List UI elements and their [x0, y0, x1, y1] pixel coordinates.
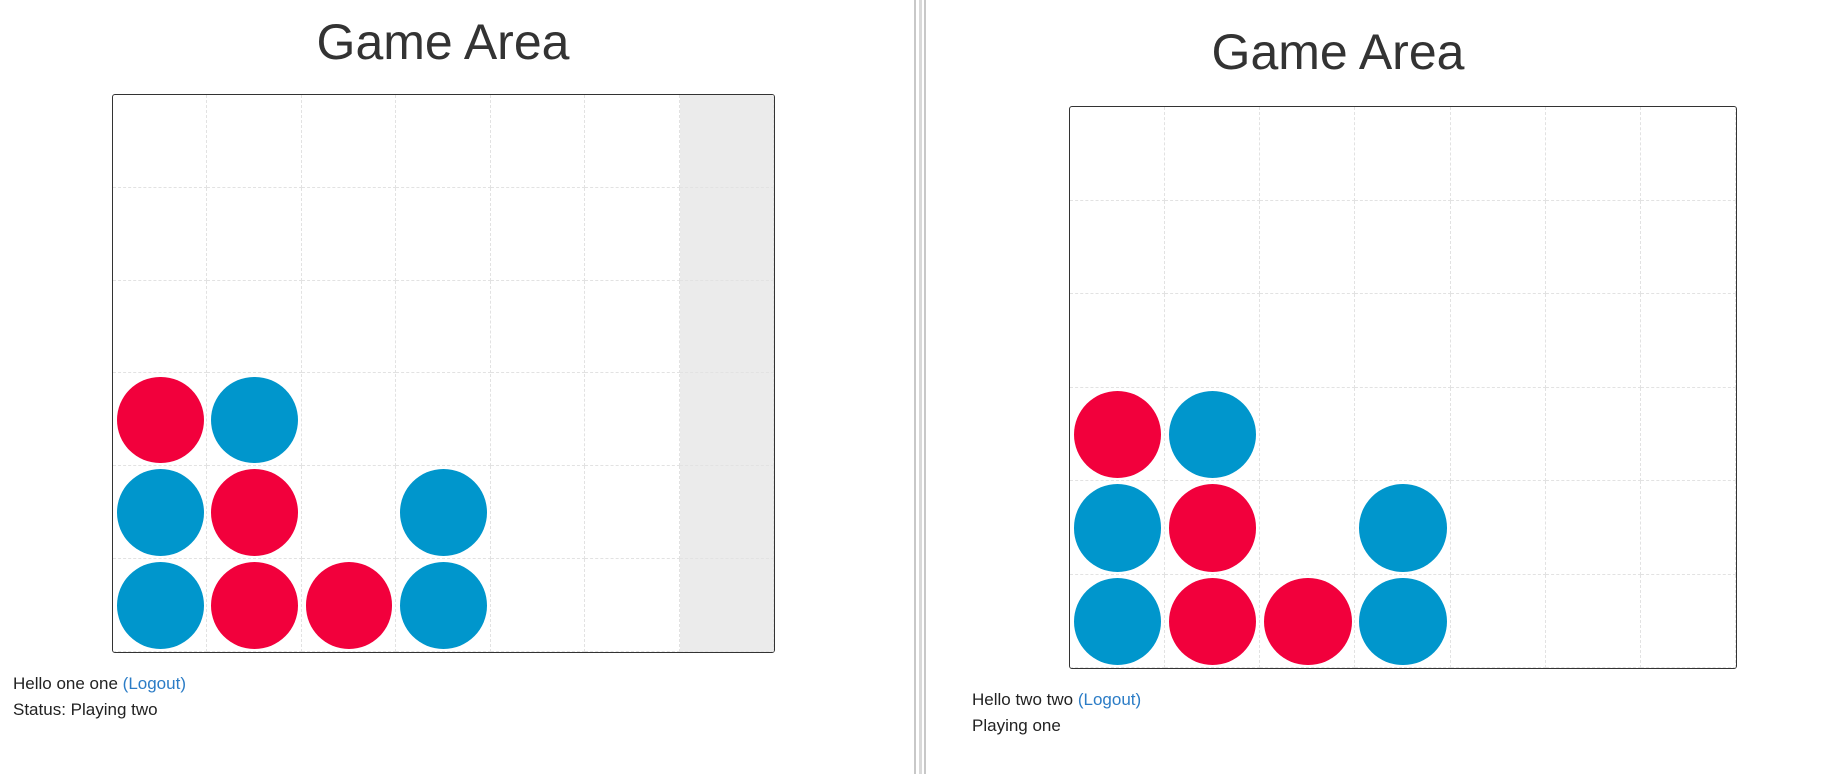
board-cell[interactable]: [490, 95, 586, 188]
board-cell[interactable]: [1355, 200, 1451, 294]
board-cell[interactable]: [490, 466, 586, 560]
board-cell[interactable]: [396, 373, 491, 467]
user-info: Hello one one (Logout) Status: Playing t…: [13, 671, 186, 723]
board-cell[interactable]: [1545, 481, 1641, 575]
board-cell[interactable]: [1640, 387, 1736, 481]
board-cell[interactable]: [490, 280, 586, 374]
board-cell[interactable]: [1545, 200, 1641, 294]
board-cell[interactable]: [113, 95, 208, 188]
board-cell[interactable]: [1070, 107, 1166, 201]
board-cell[interactable]: [396, 280, 491, 374]
board-cell[interactable]: [1545, 107, 1641, 201]
board-cell[interactable]: [113, 187, 208, 281]
board-cell[interactable]: [1165, 107, 1261, 201]
board-cell[interactable]: [301, 187, 397, 281]
board-cell[interactable]: [1545, 387, 1641, 481]
board-cell[interactable]: [585, 187, 680, 281]
board-cell[interactable]: [490, 187, 586, 281]
board-cell[interactable]: [679, 95, 774, 188]
board-cell[interactable]: [1260, 200, 1356, 294]
board-cell[interactable]: [679, 187, 774, 281]
user-info: Hello two two (Logout) Playing one: [972, 687, 1141, 739]
red-disc: [211, 562, 299, 649]
board-cell[interactable]: [1545, 294, 1641, 388]
board-cell[interactable]: [207, 280, 302, 374]
board-cell[interactable]: [1260, 481, 1356, 575]
page-title: Game Area: [316, 14, 570, 70]
blue-disc: [116, 469, 204, 557]
status-text: Playing one: [972, 716, 1061, 735]
blue-disc: [211, 376, 299, 464]
board-cell[interactable]: [113, 280, 208, 374]
greeting-text: Hello two two: [972, 690, 1074, 709]
board-cell[interactable]: [679, 466, 774, 560]
board-cell[interactable]: [396, 95, 491, 188]
board-cell[interactable]: [396, 187, 491, 281]
board-cell[interactable]: [1640, 294, 1736, 388]
blue-disc: [1359, 577, 1447, 665]
board-cell[interactable]: [301, 373, 397, 467]
board-cell[interactable]: [490, 373, 586, 467]
board-cell[interactable]: [679, 373, 774, 467]
board-cell[interactable]: [1450, 294, 1546, 388]
window-splitter[interactable]: [912, 0, 935, 774]
board-cell[interactable]: [1450, 107, 1546, 201]
board-cell[interactable]: [585, 373, 680, 467]
board-cell[interactable]: [1450, 200, 1546, 294]
board-cell[interactable]: [1640, 574, 1736, 668]
greeting-text: Hello one one: [13, 674, 118, 693]
board-cell[interactable]: [585, 95, 680, 188]
red-disc: [1264, 577, 1352, 665]
red-disc: [1168, 577, 1257, 665]
board-cell[interactable]: [207, 187, 302, 281]
board-cell[interactable]: [1165, 200, 1261, 294]
red-disc: [305, 562, 393, 649]
blue-disc: [400, 469, 487, 557]
game-board[interactable]: [112, 94, 775, 653]
red-disc: [1168, 484, 1257, 572]
board-cell[interactable]: [301, 280, 397, 374]
board-cell[interactable]: [207, 95, 302, 188]
board-cell[interactable]: [585, 280, 680, 374]
board-cell[interactable]: [1355, 294, 1451, 388]
board-cell[interactable]: [1260, 387, 1356, 481]
board-cell[interactable]: [679, 280, 774, 374]
board-cell[interactable]: [1640, 200, 1736, 294]
game-board[interactable]: [1069, 106, 1737, 669]
red-disc: [1073, 390, 1162, 478]
left-browser-window: Game Area Hello one one (Logout) Status:…: [0, 0, 912, 774]
board-cell[interactable]: [1450, 481, 1546, 575]
blue-disc: [116, 562, 204, 649]
board-cell[interactable]: [1640, 107, 1736, 201]
red-disc: [116, 376, 204, 464]
board-cell[interactable]: [490, 559, 586, 652]
page-title: Game Area: [1211, 24, 1465, 80]
blue-disc: [1073, 577, 1162, 665]
logout-link[interactable]: (Logout): [123, 674, 186, 693]
status-text: Status: Playing two: [13, 700, 158, 719]
blue-disc: [1359, 484, 1447, 572]
board-cell[interactable]: [1355, 387, 1451, 481]
logout-link[interactable]: (Logout): [1078, 690, 1141, 709]
blue-disc: [1168, 390, 1257, 478]
right-browser-window: Game Area Hello two two (Logout) Playing…: [935, 0, 1823, 774]
blue-disc: [400, 562, 487, 649]
red-disc: [211, 469, 299, 557]
board-cell[interactable]: [1070, 200, 1166, 294]
board-cell[interactable]: [1355, 107, 1451, 201]
board-cell[interactable]: [1545, 574, 1641, 668]
blue-disc: [1073, 484, 1162, 572]
board-cell[interactable]: [585, 559, 680, 652]
board-cell[interactable]: [1260, 294, 1356, 388]
board-cell[interactable]: [1640, 481, 1736, 575]
board-cell[interactable]: [585, 466, 680, 560]
board-cell[interactable]: [1450, 387, 1546, 481]
board-cell[interactable]: [301, 466, 397, 560]
board-cell[interactable]: [1165, 294, 1261, 388]
board-cell[interactable]: [1070, 294, 1166, 388]
board-cell[interactable]: [1260, 107, 1356, 201]
board-cell[interactable]: [1450, 574, 1546, 668]
board-cell[interactable]: [679, 559, 774, 652]
board-cell[interactable]: [301, 95, 397, 188]
